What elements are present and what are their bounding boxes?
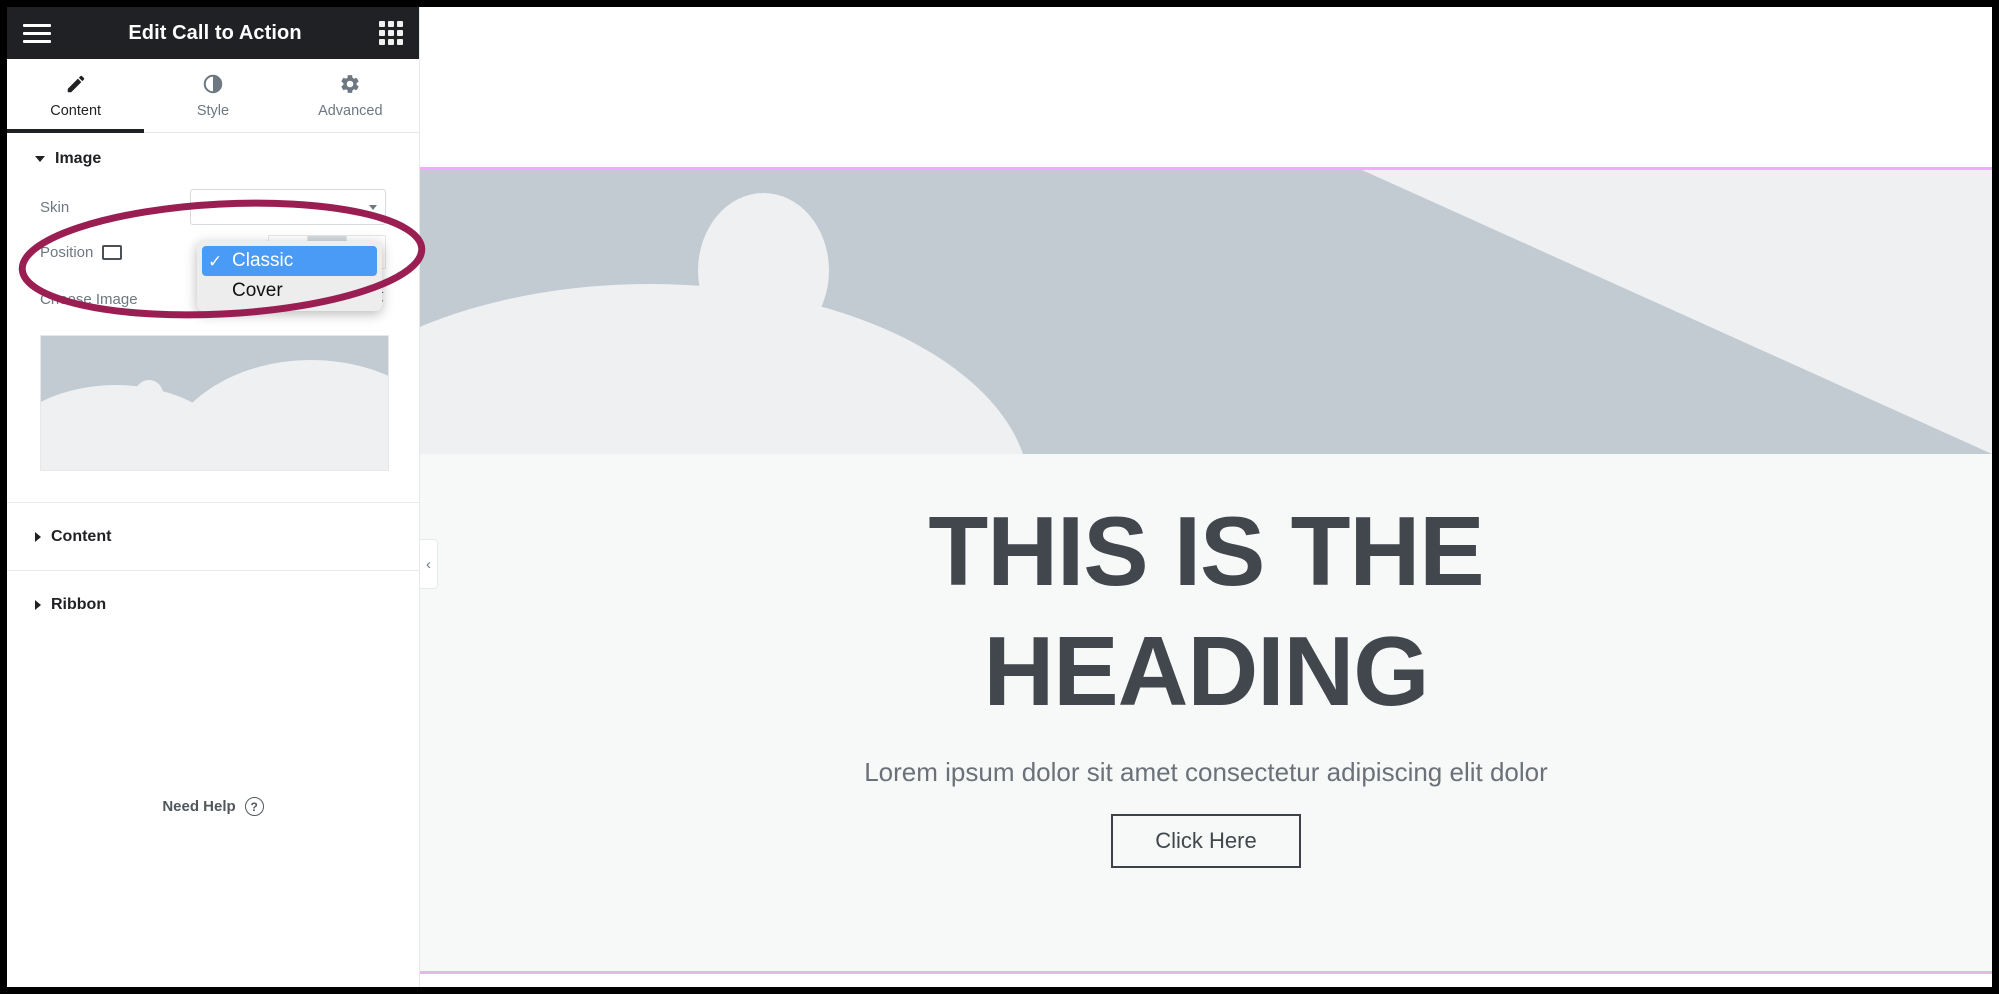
- section-ribbon: Ribbon: [7, 570, 419, 638]
- check-icon: ✓: [208, 251, 223, 271]
- section-content-header[interactable]: Content: [7, 503, 419, 570]
- need-help-link[interactable]: Need Help ?: [7, 797, 419, 816]
- skin-option-cover[interactable]: Cover: [202, 276, 377, 306]
- section-content: Content: [7, 502, 419, 570]
- desktop-monitor-icon[interactable]: [102, 244, 122, 260]
- section-image-label: Image: [55, 150, 102, 167]
- tab-style-label: Style: [196, 102, 230, 119]
- app-window: Edit Call to Action Content Style Advanc…: [0, 0, 1999, 994]
- chevron-left-icon: ‹: [426, 555, 431, 573]
- position-label: Position: [40, 243, 94, 261]
- skin-row: Skin: [7, 185, 419, 229]
- cta-section[interactable]: THIS IS THE HEADING Lorem ipsum dolor si…: [420, 167, 1992, 974]
- cta-banner-image[interactable]: [420, 170, 1992, 454]
- skin-label: Skin: [40, 198, 70, 216]
- skin-dropdown-menu[interactable]: ✓ Classic Cover: [197, 241, 382, 311]
- skin-option-classic-label: Classic: [232, 250, 294, 271]
- tab-advanced[interactable]: Advanced: [282, 59, 419, 132]
- cta-heading[interactable]: THIS IS THE HEADING: [791, 492, 1621, 731]
- chevron-right-icon: [35, 599, 41, 610]
- cta-subheading[interactable]: Lorem ipsum dolor sit amet consectetur a…: [420, 757, 1992, 788]
- section-ribbon-header[interactable]: Ribbon: [7, 571, 419, 638]
- skin-option-cover-label: Cover: [232, 280, 283, 301]
- chevron-right-icon: [35, 531, 41, 542]
- grid-icon[interactable]: [379, 21, 403, 45]
- pencil-icon: [65, 73, 87, 95]
- banner-wedge-right: [1362, 170, 1992, 454]
- skin-select[interactable]: [190, 189, 386, 225]
- panel-collapse-handle[interactable]: ‹: [420, 539, 438, 589]
- chevron-down-icon: [369, 204, 377, 210]
- section-content-label: Content: [51, 527, 112, 545]
- gear-icon: [339, 73, 361, 95]
- cta-body: THIS IS THE HEADING Lorem ipsum dolor si…: [420, 454, 1992, 869]
- panel-header: Edit Call to Action: [7, 7, 419, 59]
- hamburger-icon[interactable]: [23, 23, 51, 43]
- question-circle-icon: ?: [244, 797, 264, 816]
- section-image-header[interactable]: Image: [7, 133, 419, 185]
- editor-panel: Edit Call to Action Content Style Advanc…: [7, 7, 420, 987]
- cta-button[interactable]: Click Here: [1111, 814, 1301, 869]
- tab-advanced-label: Advanced: [318, 102, 383, 119]
- page-title: Edit Call to Action: [128, 21, 302, 44]
- image-thumbnail[interactable]: [40, 335, 389, 471]
- chevron-down-icon: [35, 156, 45, 162]
- preview-canvas: THIS IS THE HEADING Lorem ipsum dolor si…: [420, 7, 1992, 987]
- tab-style[interactable]: Style: [144, 59, 281, 132]
- banner-hill-left: [420, 284, 1030, 454]
- tab-content-label: Content: [50, 102, 102, 119]
- skin-option-classic[interactable]: ✓ Classic: [202, 246, 377, 276]
- section-ribbon-label: Ribbon: [51, 595, 107, 613]
- panel-tabs: Content Style Advanced: [7, 59, 419, 133]
- tab-content[interactable]: Content: [7, 59, 145, 133]
- need-help-label: Need Help: [162, 798, 236, 815]
- contrast-icon: [202, 73, 224, 95]
